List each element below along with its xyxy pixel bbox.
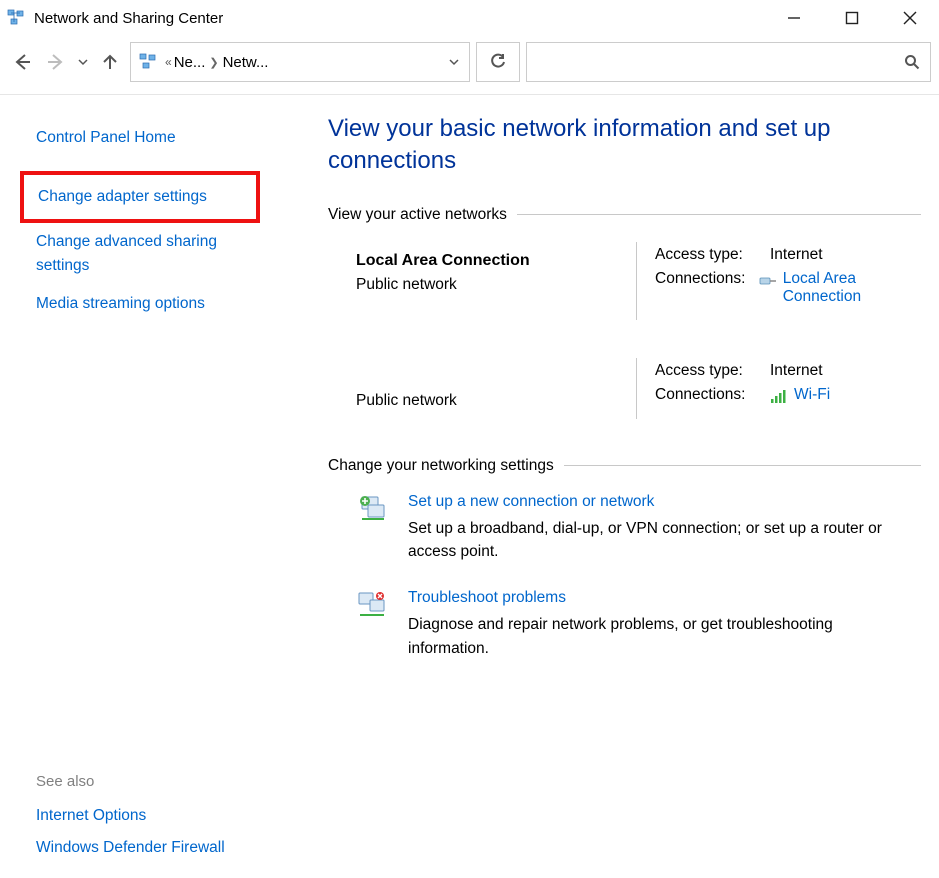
- network-block: Public network Access type: Internet Con…: [328, 358, 921, 419]
- sidebar-media-streaming[interactable]: Media streaming options: [0, 285, 300, 323]
- access-type-value: Internet: [770, 362, 823, 380]
- app-icon: [6, 8, 26, 28]
- wifi-icon: [770, 389, 788, 405]
- maximize-button[interactable]: [823, 0, 881, 36]
- breadcrumb-2[interactable]: Netw...: [223, 54, 269, 71]
- address-icon: [131, 53, 165, 71]
- divider: [564, 465, 921, 466]
- network-type: Public network: [356, 276, 636, 294]
- setup-connection-desc: Set up a broadband, dial-up, or VPN conn…: [408, 517, 888, 564]
- close-button[interactable]: [881, 0, 939, 36]
- connections-label: Connections:: [655, 270, 759, 288]
- chevron-right-icon: ❯: [209, 56, 218, 69]
- troubleshoot-icon: [356, 589, 390, 623]
- network-name: Local Area Connection: [356, 252, 636, 270]
- section-change-settings: Change your networking settings: [328, 457, 564, 475]
- search-icon[interactable]: [902, 54, 922, 70]
- access-type-value: Internet: [770, 246, 823, 264]
- search-box[interactable]: [526, 42, 931, 82]
- troubleshoot-desc: Diagnose and repair network problems, or…: [408, 613, 888, 660]
- section-active-networks: View your active networks: [328, 206, 517, 224]
- setup-connection-link[interactable]: Set up a new connection or network: [408, 493, 654, 510]
- nav-history-dropdown[interactable]: [76, 48, 90, 76]
- access-type-label: Access type:: [655, 362, 770, 380]
- ethernet-icon: [759, 273, 777, 289]
- minimize-button[interactable]: [765, 0, 823, 36]
- page-title: View your basic network information and …: [328, 113, 888, 178]
- address-history-dropdown[interactable]: [439, 56, 469, 68]
- sidebar-internet-options[interactable]: Internet Options: [0, 800, 300, 832]
- window-title: Network and Sharing Center: [34, 10, 765, 27]
- address-bar[interactable]: « Ne... ❯ Netw...: [130, 42, 470, 82]
- access-type-label: Access type:: [655, 246, 770, 264]
- see-also-label: See also: [0, 773, 300, 790]
- network-type: Public network: [356, 392, 636, 410]
- sidebar-change-adapter-settings[interactable]: Change adapter settings: [24, 175, 256, 219]
- connection-link[interactable]: Local Area Connection: [783, 270, 921, 306]
- refresh-button[interactable]: [476, 42, 520, 82]
- setting-item: Troubleshoot problems Diagnose and repai…: [356, 589, 921, 660]
- sidebar-change-advanced-sharing[interactable]: Change advanced sharing settings: [0, 223, 300, 285]
- troubleshoot-link[interactable]: Troubleshoot problems: [408, 589, 566, 606]
- nav-up-button[interactable]: [96, 48, 124, 76]
- connection-link[interactable]: Wi-Fi: [794, 386, 830, 404]
- search-input[interactable]: [535, 54, 902, 71]
- highlight-change-adapter: Change adapter settings: [20, 171, 260, 223]
- nav-forward-button[interactable]: [42, 48, 70, 76]
- breadcrumb-1[interactable]: Ne...: [174, 54, 206, 71]
- sidebar-control-panel-home[interactable]: Control Panel Home: [0, 119, 300, 157]
- setup-connection-icon: [356, 493, 390, 527]
- divider: [517, 214, 921, 215]
- connections-label: Connections:: [655, 386, 770, 404]
- network-block: Local Area Connection Public network Acc…: [328, 242, 921, 320]
- sidebar-windows-defender-firewall[interactable]: Windows Defender Firewall: [0, 832, 300, 878]
- nav-back-button[interactable]: [8, 48, 36, 76]
- setting-item: Set up a new connection or network Set u…: [356, 493, 921, 564]
